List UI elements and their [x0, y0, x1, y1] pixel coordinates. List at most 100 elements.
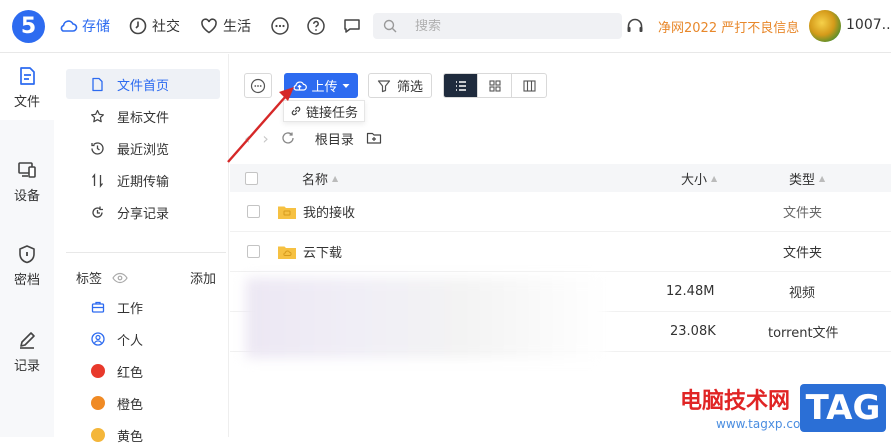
briefcase-icon: [91, 301, 105, 313]
column-type-header[interactable]: 类型: [789, 169, 815, 188]
link-task-label: 链接任务: [306, 105, 359, 121]
blurred-file-names: [246, 278, 606, 358]
row-checkbox[interactable]: [247, 245, 260, 258]
person-icon: [91, 332, 105, 346]
table-row[interactable]: 我的接收 文件夹: [230, 192, 891, 232]
tag-item-yellow[interactable]: 黄色: [91, 424, 143, 446]
sidebar-item-home[interactable]: 文件首页: [66, 69, 220, 99]
more-icon: [271, 17, 289, 35]
sort-icon: ▲: [711, 173, 718, 183]
search-box[interactable]: [373, 13, 622, 39]
sidebar-item-recent[interactable]: 最近浏览: [66, 133, 220, 163]
rail-item-notes-label: 记录: [13, 358, 40, 374]
view-mode-switch: [443, 73, 547, 98]
filter-button-label: 筛选: [396, 80, 423, 95]
rail-item-devices[interactable]: 设备: [0, 148, 54, 214]
sidebar-item-transfer[interactable]: 近期传输: [66, 165, 220, 195]
sidebar-item-starred[interactable]: 星标文件: [66, 101, 220, 131]
nav-storage[interactable]: 存储: [58, 14, 110, 38]
row-type: 文件夹: [783, 246, 823, 261]
new-folder-icon[interactable]: [366, 131, 382, 145]
grid-view-button[interactable]: [478, 74, 512, 97]
more-actions-button[interactable]: [244, 73, 272, 98]
watermark-title: 电脑技术网: [680, 389, 791, 414]
rail-item-files[interactable]: 文件: [0, 54, 54, 120]
tag-item-personal-label: 个人: [117, 333, 144, 349]
column-size-header[interactable]: 大小: [681, 169, 707, 188]
column-name-header[interactable]: 名称: [302, 169, 328, 188]
watermark-tag-logo: TAG: [800, 384, 886, 432]
tag-item-orange[interactable]: 橙色: [91, 392, 143, 414]
chat-button[interactable]: [342, 14, 362, 38]
rail-item-devices-label: 设备: [13, 188, 40, 204]
top-bar: 5 存储 社交 生活 净网2022 严打不良信息 1007..: [0, 0, 891, 53]
sort-icon: ▲: [332, 173, 339, 183]
row-name[interactable]: 我的接收: [303, 202, 355, 221]
rail-item-notes[interactable]: 记录: [0, 318, 54, 384]
filter-button[interactable]: 筛选: [368, 73, 432, 98]
row-checkbox[interactable]: [247, 205, 260, 218]
tag-item-work[interactable]: 工作: [91, 296, 143, 318]
tags-header: 标签 添加: [76, 268, 216, 287]
rail-item-vault[interactable]: 密档: [0, 232, 54, 298]
tag-item-red[interactable]: 红色: [91, 360, 143, 382]
search-icon: [383, 19, 397, 33]
help-button[interactable]: [306, 14, 326, 38]
app-logo[interactable]: 5: [12, 10, 45, 43]
promo-text[interactable]: 净网2022 严打不良信息: [658, 17, 799, 36]
heart-icon: [201, 18, 217, 34]
more-button[interactable]: [270, 14, 290, 38]
search-input[interactable]: [415, 18, 595, 34]
yellow-dot-icon: [91, 428, 105, 442]
share-icon: [92, 206, 103, 218]
row-name[interactable]: 云下载: [303, 242, 342, 261]
row-type: 视频: [789, 286, 816, 301]
folder-inbox-icon: [278, 206, 296, 219]
sidebar: 文件首页 星标文件 最近浏览 近期传输 分享记录 标签 添加 工作 个人 红色 …: [55, 54, 229, 445]
select-all-checkbox[interactable]: [245, 171, 258, 185]
nav-life-label: 生活: [223, 19, 251, 35]
transfer-icon: [91, 172, 104, 188]
refresh-icon[interactable]: [281, 131, 295, 145]
list-view-button[interactable]: [444, 74, 478, 97]
column-view-button[interactable]: [512, 74, 546, 97]
row-size: 23.08K: [670, 324, 716, 339]
forward-arrow-icon[interactable]: ›: [262, 129, 268, 148]
sidebar-item-shares[interactable]: 分享记录: [66, 197, 220, 227]
eye-icon[interactable]: [112, 272, 128, 284]
rail-item-files-label: 文件: [13, 94, 40, 110]
chat-icon: [344, 19, 360, 33]
back-arrow-icon[interactable]: ‹: [244, 129, 250, 148]
tag-item-personal[interactable]: 个人: [91, 328, 143, 350]
add-tag-button[interactable]: 添加: [190, 268, 216, 287]
device-icon: [18, 161, 36, 178]
tag-item-yellow-label: 黄色: [117, 429, 144, 445]
file-icon: [20, 66, 35, 85]
sidebar-item-home-label: 文件首页: [117, 78, 170, 94]
shield-icon: [19, 244, 35, 263]
breadcrumb: ‹ › 根目录: [244, 128, 382, 148]
upload-cloud-icon: [294, 80, 308, 91]
nav-life[interactable]: 生活: [199, 14, 251, 38]
columns-icon: [522, 79, 536, 92]
upload-button-label: 上传: [311, 80, 338, 95]
cloud-icon: [60, 20, 78, 32]
nav-social-label: 社交: [152, 19, 180, 35]
pen-icon: [20, 331, 35, 349]
upload-button[interactable]: 上传: [284, 73, 358, 98]
username[interactable]: 1007..: [846, 17, 891, 33]
upload-dropdown-item-link-task[interactable]: 链接任务: [283, 100, 366, 122]
table-row[interactable]: 云下载 文件夹: [230, 232, 891, 272]
headset-icon[interactable]: [625, 16, 645, 36]
tag-item-work-label: 工作: [117, 301, 144, 317]
breadcrumb-root[interactable]: 根目录: [315, 129, 354, 148]
sidebar-divider: [66, 252, 226, 253]
history-icon: [91, 141, 104, 155]
row-type: torrent文件: [768, 326, 839, 341]
row-size: 12.48M: [666, 284, 715, 299]
nav-social[interactable]: 社交: [128, 14, 180, 38]
sidebar-item-shares-label: 分享记录: [117, 206, 170, 222]
sidebar-item-starred-label: 星标文件: [117, 110, 170, 126]
avatar[interactable]: [809, 10, 841, 42]
orange-dot-icon: [91, 396, 105, 410]
